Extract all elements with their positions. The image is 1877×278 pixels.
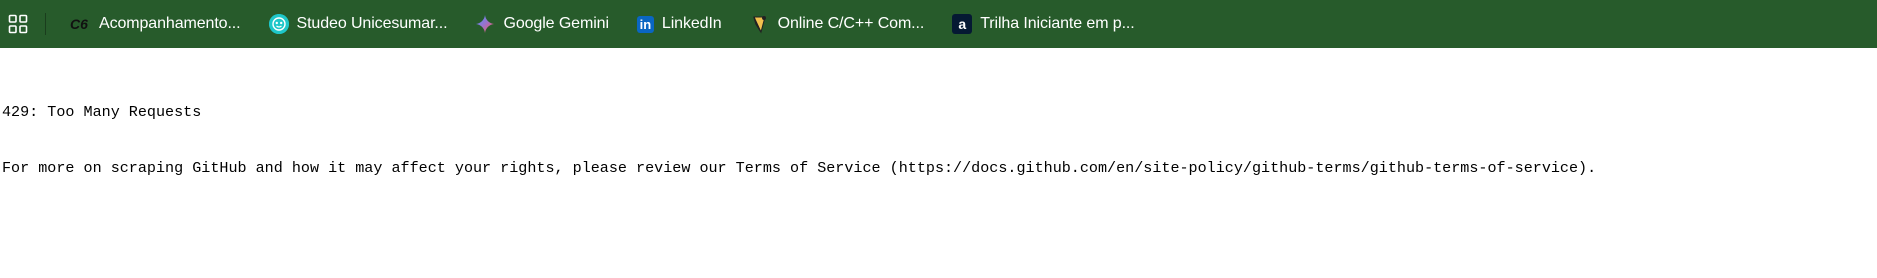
bookmark-label: Online C/C++ Com... (777, 15, 925, 32)
bookmarks-bar: C6 Acompanhamento... Studeo Unicesumar..… (0, 0, 1877, 48)
bookmark-label: Studeo Unicesumar... (296, 15, 448, 32)
bookmark-trilha-iniciante[interactable]: a Trilha Iniciante em p... (948, 7, 1138, 41)
error-status-line: 429: Too Many Requests (2, 103, 202, 121)
bookmark-label: Trilha Iniciante em p... (980, 15, 1135, 32)
alura-icon: a (952, 14, 973, 34)
studeo-icon (268, 14, 289, 34)
bookmark-label: LinkedIn (661, 15, 722, 32)
bookmark-acompanhamento[interactable]: C6 Acompanhamento... (63, 7, 245, 41)
c6-logo-icon: C6 (70, 16, 88, 32)
bookmark-linkedin[interactable]: in LinkedIn (633, 7, 726, 41)
bookmark-studeo-unicesumar[interactable]: Studeo Unicesumar... (265, 7, 452, 41)
page-content: 429: Too Many Requests For more on scrap… (2, 66, 1596, 196)
error-message-line: For more on scraping GitHub and how it m… (2, 158, 1597, 177)
bookmark-label: Google Gemini (503, 15, 609, 32)
gdb-online-icon (750, 14, 770, 34)
bookmark-google-gemini[interactable]: Google Gemini (471, 7, 612, 41)
gemini-sparkle-icon (475, 14, 495, 34)
bookmarks-separator (45, 13, 46, 35)
linkedin-icon: in (636, 15, 654, 33)
bookmark-online-gdb[interactable]: Online C/C++ Com... (746, 7, 929, 41)
apps-grid-icon[interactable] (1, 7, 35, 41)
bookmark-label: Acompanhamento... (99, 15, 241, 32)
